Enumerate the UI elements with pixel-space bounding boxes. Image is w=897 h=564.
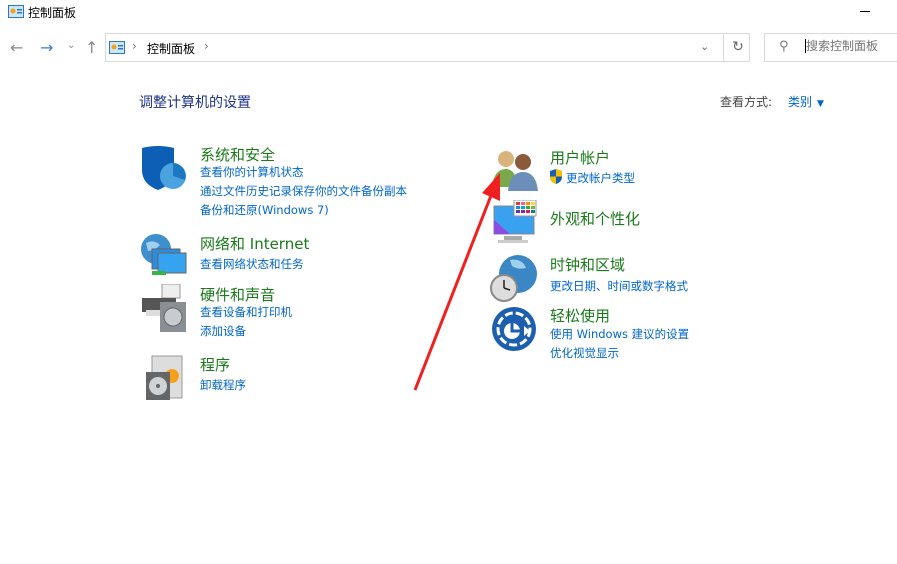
uac-shield-icon (550, 169, 562, 184)
category-title[interactable]: 轻松使用 (550, 305, 610, 326)
search-box[interactable]: ⚲ (764, 33, 897, 62)
window-title: 控制面板 (28, 6, 77, 20)
search-input[interactable] (805, 39, 896, 53)
breadcrumb-separator[interactable]: › (204, 39, 209, 53)
view-by-dropdown[interactable]: 类别 ▼ (788, 93, 824, 110)
link-backup-restore[interactable]: 备份和还原(Windows 7) (200, 202, 329, 218)
recent-locations-button[interactable]: ⌄ (67, 40, 75, 51)
link-change-account-type[interactable]: 更改帐户类型 (566, 170, 635, 186)
search-icon: ⚲ (779, 39, 789, 54)
category-title[interactable]: 硬件和声音 (200, 284, 275, 305)
link-view-computer-status[interactable]: 查看你的计算机状态 (200, 164, 304, 180)
control-panel-icon (8, 5, 24, 18)
network-icon[interactable] (140, 233, 188, 281)
link-recommended-settings[interactable]: 使用 Windows 建议的设置 (550, 326, 689, 342)
link-optimize-visual-display[interactable]: 优化视觉显示 (550, 345, 619, 361)
forward-button[interactable]: → (40, 38, 53, 57)
address-dropdown-button[interactable]: ⌄ (700, 40, 709, 53)
up-button[interactable]: ↑ (85, 38, 98, 57)
breadcrumb-separator: › (132, 39, 137, 53)
printer-icon[interactable] (140, 284, 188, 332)
view-by-value[interactable]: 类别 (788, 95, 812, 109)
chevron-down-icon: ▼ (817, 99, 824, 109)
link-uninstall-program[interactable]: 卸载程序 (200, 377, 246, 393)
programs-icon[interactable] (140, 354, 188, 402)
breadcrumb-control-panel[interactable]: 控制面板 (147, 40, 195, 57)
link-file-history[interactable]: 通过文件历史记录保存你的文件备份副本 (200, 183, 407, 199)
category-title[interactable]: 用户帐户 (550, 147, 610, 168)
category-title[interactable]: 时钟和区域 (550, 254, 625, 275)
annotation-arrow-icon (413, 173, 500, 391)
address-bar[interactable]: › 控制面板 › ⌄ ↻ (105, 33, 750, 62)
refresh-button[interactable]: ↻ (723, 34, 752, 61)
category-title[interactable]: 系统和安全 (200, 144, 275, 165)
link-network-status[interactable]: 查看网络状态和任务 (200, 256, 304, 272)
link-change-date-time-format[interactable]: 更改日期、时间或数字格式 (550, 278, 688, 294)
control-panel-icon (109, 41, 125, 54)
shield-icon[interactable] (140, 144, 188, 192)
category-title[interactable]: 网络和 Internet (200, 233, 309, 254)
category-title[interactable]: 程序 (200, 354, 230, 375)
link-devices-printers[interactable]: 查看设备和打印机 (200, 304, 292, 320)
minimize-button[interactable] (855, 2, 875, 20)
link-add-device[interactable]: 添加设备 (200, 323, 246, 339)
back-button[interactable]: ← (10, 38, 23, 57)
view-by-label: 查看方式: (720, 95, 773, 109)
category-title[interactable]: 外观和个性化 (550, 208, 640, 229)
page-title: 调整计算机的设置 (139, 95, 251, 111)
